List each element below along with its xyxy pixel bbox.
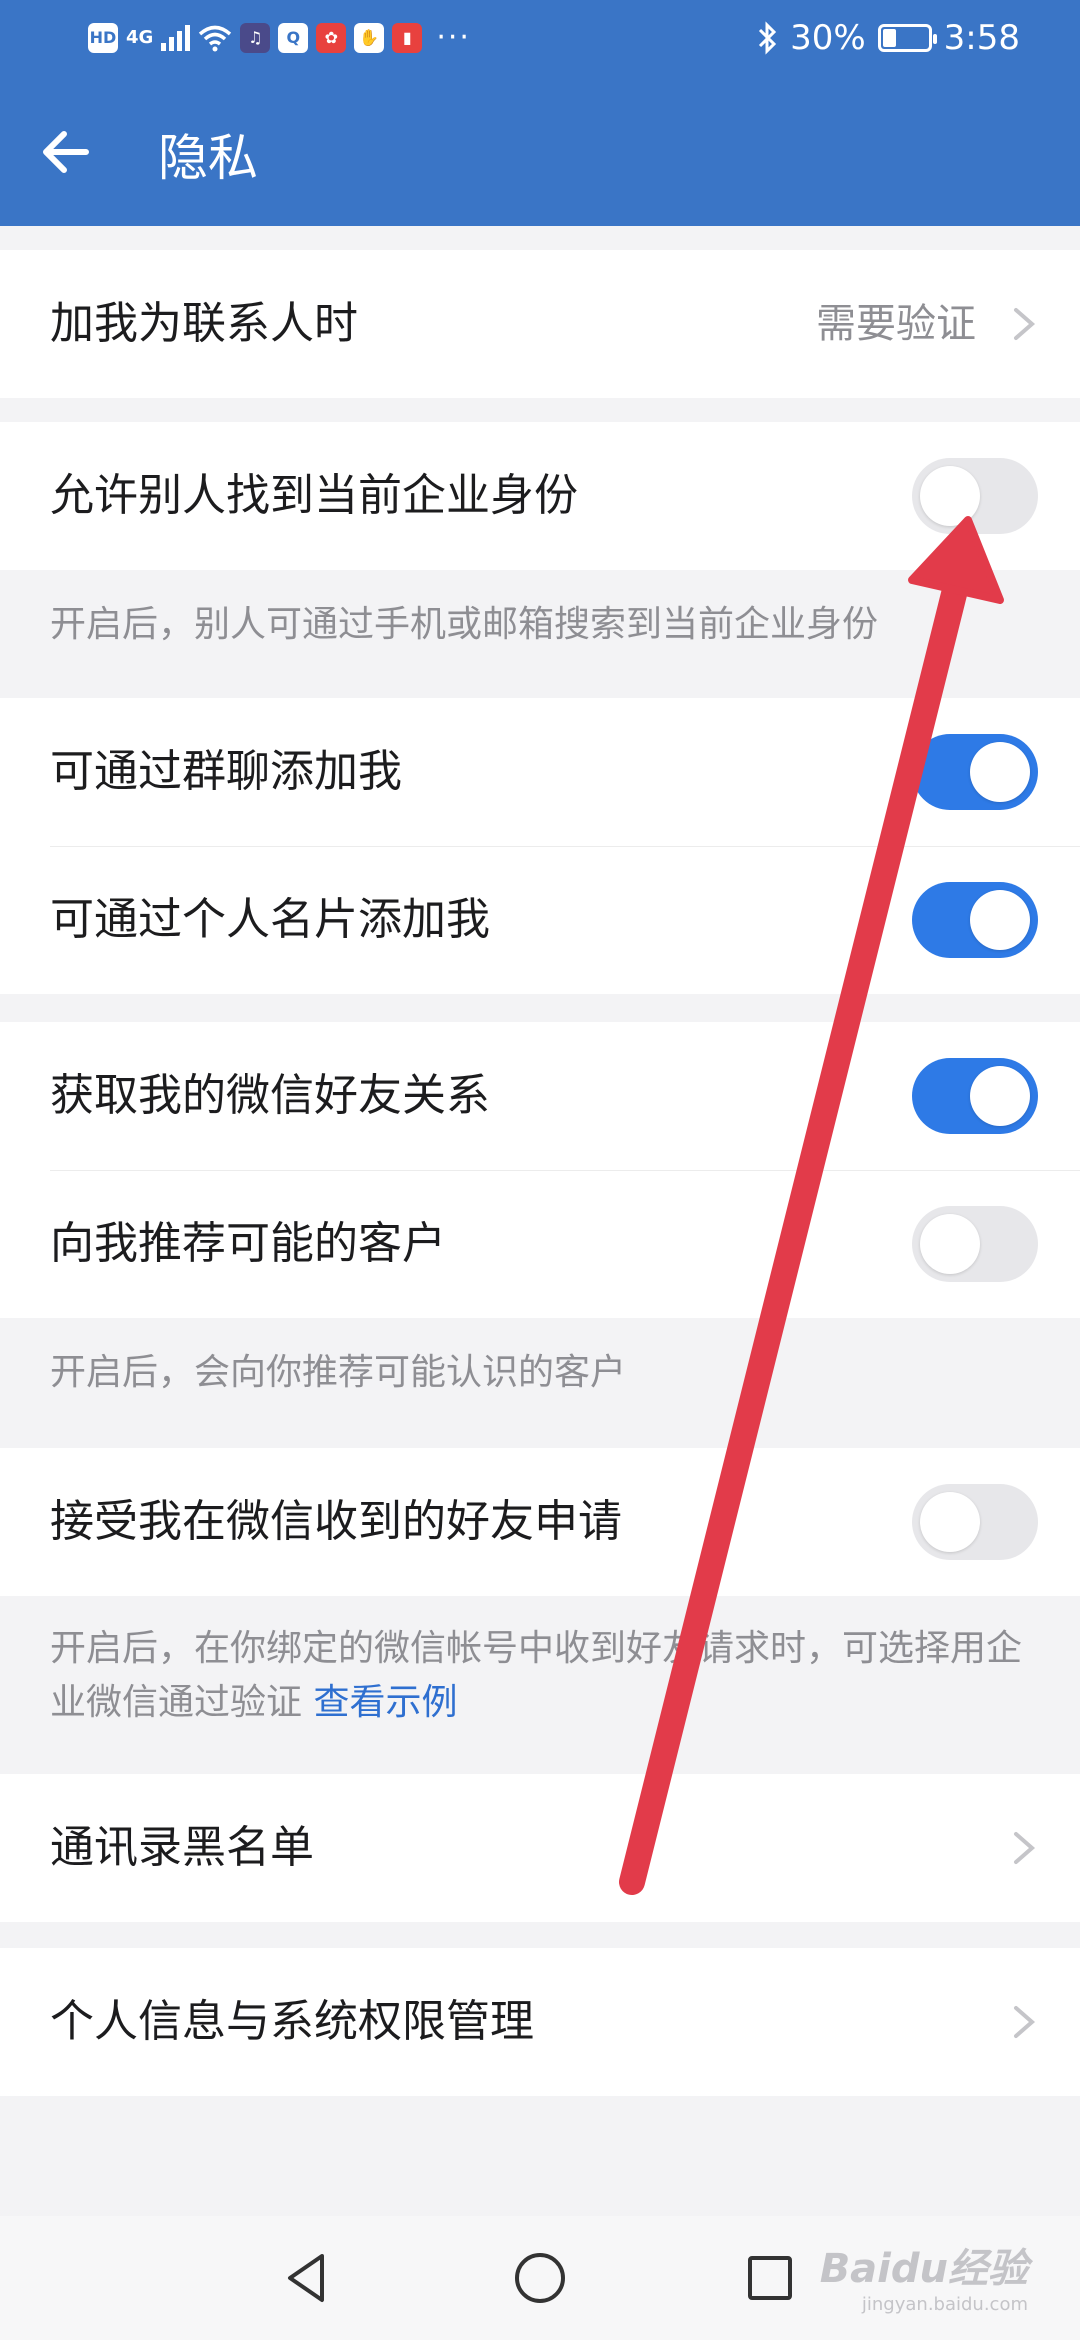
permissions-label: 个人信息与系统权限管理 [50, 1996, 534, 2047]
status-bar: HD 4G ♫ Q ✿ ✋ ▮ ··· 30% 3:58 [0, 0, 1080, 80]
accept-requests-label: 接受我在微信收到的好友申请 [50, 1496, 622, 1547]
battery-percent: 30% [790, 18, 866, 58]
accept-note: 开启后，在你绑定的微信帐号中收到好友请求时，可选择用企业微信通过验证 查看示例 [50, 1622, 1040, 1730]
hand-app-icon: ✋ [354, 22, 385, 53]
chevron-right-icon [1014, 308, 1036, 340]
add-via-group-toggle[interactable] [912, 734, 1038, 810]
wechat-friends-row: 获取我的微信好友关系 [0, 1022, 1080, 1170]
status-icons-right: 30% 3:58 [756, 18, 1020, 58]
add-contact-row[interactable]: 加我为联系人时 需要验证 [0, 250, 1080, 398]
search-app-icon: Q [278, 22, 309, 53]
nav-home-icon[interactable] [508, 2246, 572, 2310]
wifi-icon [199, 25, 232, 51]
accept-requests-toggle[interactable] [912, 1484, 1038, 1560]
recommend-customers-row: 向我推荐可能的客户 [0, 1170, 1080, 1318]
wechat-friends-toggle[interactable] [912, 1058, 1038, 1134]
back-arrow-icon[interactable] [36, 122, 96, 182]
status-icons-left: HD 4G ♫ Q ✿ ✋ ▮ ··· [88, 20, 471, 55]
recommend-customers-toggle[interactable] [912, 1206, 1038, 1282]
watermark-url: jingyan.baidu.com [861, 2294, 1028, 2315]
battery-icon [877, 24, 937, 52]
section-add-ways: 可通过群聊添加我 可通过个人名片添加我 [0, 698, 1080, 994]
app-bar: 隐私 [0, 80, 1080, 226]
network-type: 4G [126, 27, 154, 48]
blacklist-row[interactable]: 通讯录黑名单 [0, 1774, 1080, 1922]
section-contact: 加我为联系人时 需要验证 [0, 250, 1080, 398]
add-via-card-label: 可通过个人名片添加我 [50, 894, 490, 945]
add-contact-label: 加我为联系人时 [50, 298, 358, 349]
wechat-friends-label: 获取我的微信好友关系 [50, 1070, 490, 1121]
page-title: 隐私 [158, 129, 258, 187]
find-identity-note: 开启后，别人可通过手机或邮箱搜索到当前企业身份 [50, 604, 879, 645]
add-via-group-label: 可通过群聊添加我 [50, 746, 402, 797]
section-permissions: 个人信息与系统权限管理 [0, 1948, 1080, 2096]
bluetooth-icon [759, 21, 777, 55]
find-identity-toggle[interactable] [912, 458, 1038, 534]
section-wechat: 获取我的微信好友关系 向我推荐可能的客户 [0, 1022, 1080, 1318]
recommend-note: 开启后，会向你推荐可能认识的客户 [50, 1352, 627, 1393]
hd-badge: HD [88, 22, 118, 53]
permissions-row[interactable]: 个人信息与系统权限管理 [0, 1948, 1080, 2096]
more-notifications-icon: ··· [436, 20, 471, 55]
clock: 3:58 [943, 18, 1020, 58]
add-via-group-row: 可通过群聊添加我 [0, 698, 1080, 846]
watermark-brand: Baidu经验 [819, 2246, 1028, 2292]
huawei-app-icon: ✿ [316, 22, 347, 53]
accept-requests-row: 接受我在微信收到的好友申请 [0, 1448, 1080, 1596]
recommend-customers-label: 向我推荐可能的客户 [50, 1218, 446, 1269]
add-via-card-toggle[interactable] [912, 882, 1038, 958]
find-identity-row: 允许别人找到当前企业身份 [0, 422, 1080, 570]
section-blacklist: 通讯录黑名单 [0, 1774, 1080, 1922]
section-accept: 接受我在微信收到的好友申请 [0, 1448, 1080, 1596]
signal-icon [161, 24, 191, 51]
nav-back-icon[interactable] [276, 2246, 340, 2310]
view-example-link[interactable]: 查看示例 [313, 1682, 457, 1723]
baidu-watermark: Baidu经验 jingyan.baidu.com [820, 2236, 1028, 2315]
add-via-card-row: 可通过个人名片添加我 [0, 846, 1080, 994]
book-app-icon: ▮ [392, 22, 423, 53]
nav-recents-icon[interactable] [738, 2246, 802, 2310]
chevron-right-icon [1014, 1832, 1036, 1864]
blacklist-label: 通讯录黑名单 [50, 1822, 314, 1873]
section-identity: 允许别人找到当前企业身份 [0, 422, 1080, 570]
add-contact-value: 需要验证 [816, 301, 976, 347]
chevron-right-icon [1014, 2006, 1036, 2038]
accept-note-text: 开启后，在你绑定的微信帐号中收到好友请求时，可选择用企业微信通过验证 [50, 1628, 1023, 1723]
music-app-icon: ♫ [240, 22, 271, 53]
find-identity-label: 允许别人找到当前企业身份 [50, 470, 578, 521]
